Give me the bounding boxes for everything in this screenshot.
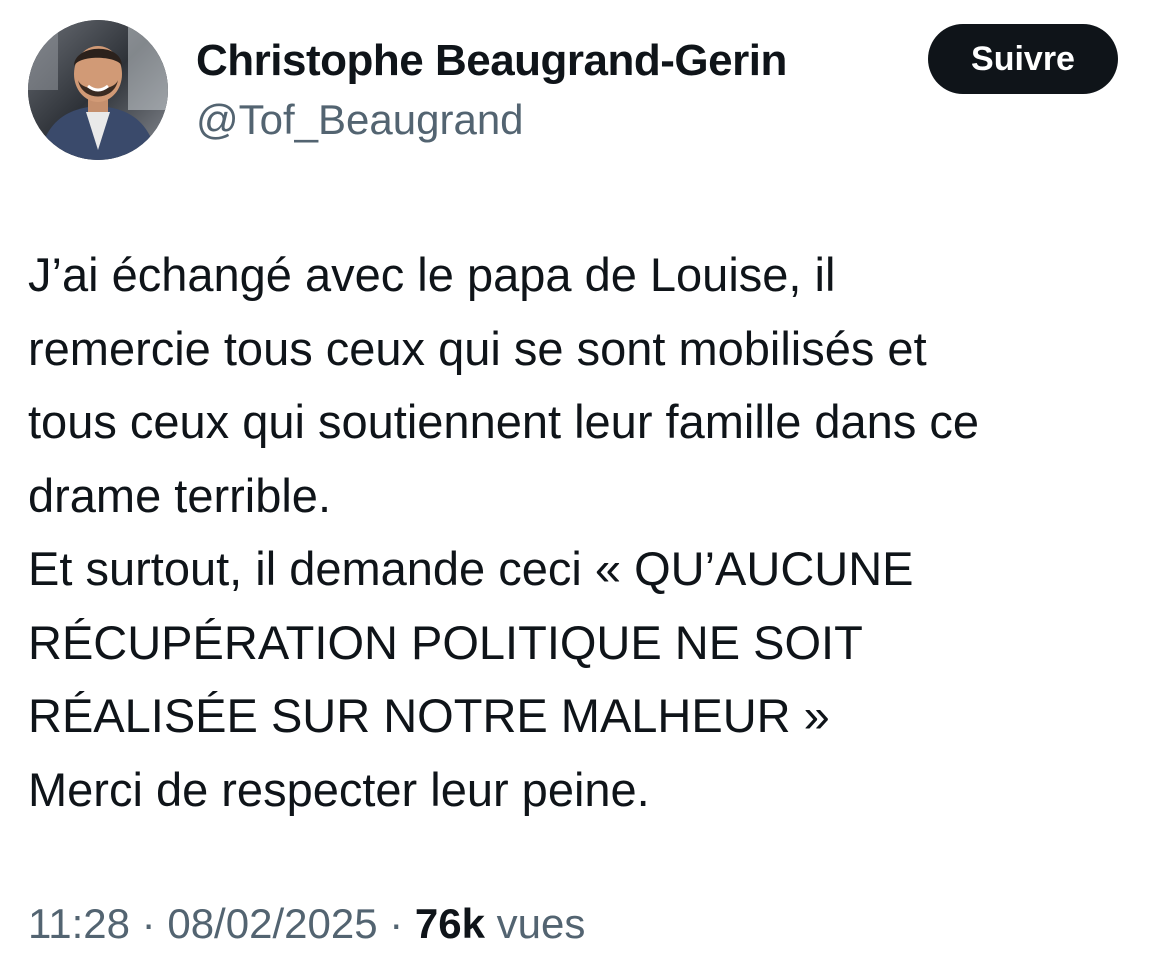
views-count[interactable]: 76k xyxy=(415,900,485,947)
author-avatar[interactable] xyxy=(28,20,168,160)
tweet-time[interactable]: 11:28 xyxy=(28,900,130,947)
tweet-line: Merci de respecter leur peine. xyxy=(28,762,650,816)
meta-separator: · xyxy=(141,900,156,947)
tweet-line: RÉALISÉE SUR NOTRE MALHEUR » xyxy=(28,689,830,742)
tweet-text: J’ai échangé avec le papa de Louise, il … xyxy=(28,238,1158,826)
author-display-name[interactable]: Christophe Beaugrand-Gerin xyxy=(196,36,787,86)
views-label[interactable]: vues xyxy=(497,900,586,947)
meta-separator: · xyxy=(389,900,404,947)
tweet-line: drame terrible. xyxy=(28,468,331,522)
author-handle[interactable]: @Tof_Beaugrand xyxy=(196,96,524,144)
avatar-photo-icon xyxy=(28,20,168,160)
tweet-meta: 11:28 · 08/02/2025 · 76k vues xyxy=(28,900,585,948)
follow-button[interactable]: Suivre xyxy=(928,24,1118,94)
tweet-line: Et surtout, il demande ceci « QU’AUCUNE xyxy=(28,542,914,595)
tweet-date[interactable]: 08/02/2025 xyxy=(167,900,377,947)
tweet-line: remercie tous ceux qui se sont mobilisés… xyxy=(28,321,927,375)
tweet-line: tous ceux qui soutiennent leur famille d… xyxy=(28,395,980,448)
tweet-line: RÉCUPÉRATION POLITIQUE NE SOIT xyxy=(28,615,863,669)
tweet-line: J’ai échangé avec le papa de Louise, il xyxy=(28,248,836,301)
